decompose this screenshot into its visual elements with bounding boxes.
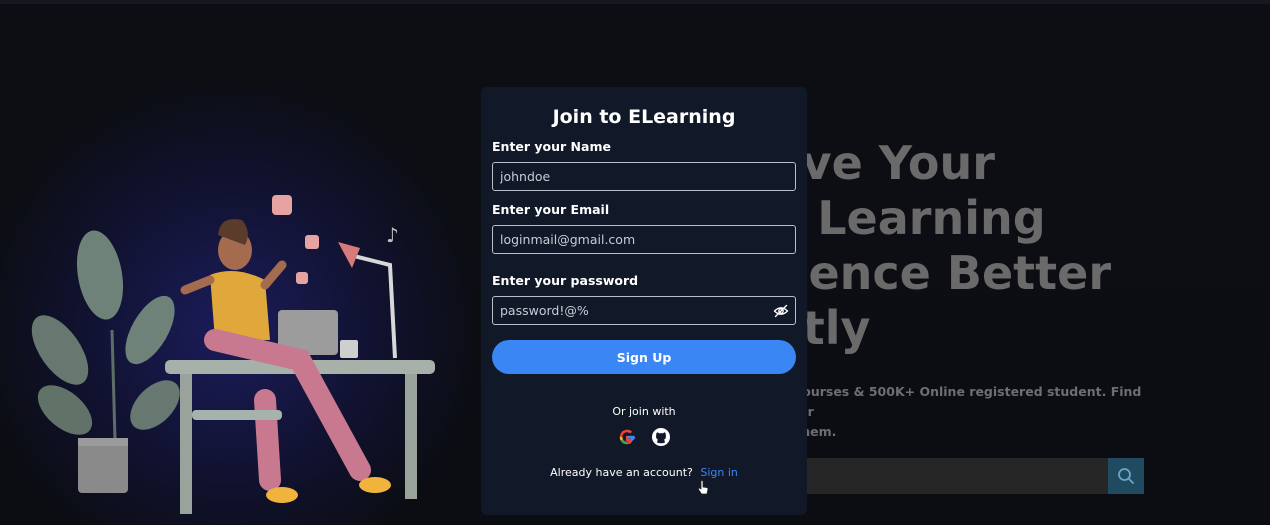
email-label: Enter your Email [492, 202, 610, 217]
desk-illustration [165, 360, 435, 514]
eye-off-icon [773, 304, 789, 318]
floating-heart-illustration [305, 235, 319, 249]
chair-illustration [192, 410, 282, 420]
google-icon [619, 429, 636, 445]
hero-heading: ove Your e Learning rience Better ntly [770, 136, 1250, 356]
name-label: Enter your Name [492, 139, 611, 154]
search-icon [1118, 468, 1134, 484]
signin-link[interactable]: Sign in [700, 466, 738, 479]
github-login-button[interactable] [651, 427, 671, 447]
hero-heading-line: e Learning [770, 191, 1046, 245]
mug-illustration [340, 340, 358, 358]
hero-subtext-line: e courses & 500K+ Online registered stud… [782, 384, 1142, 419]
hero-heading-line: ove Your [770, 136, 995, 190]
github-icon [652, 428, 670, 446]
modal-title: Join to ELearning [552, 106, 736, 128]
signup-button[interactable]: Sign Up [492, 340, 796, 374]
signup-modal: Join to ELearning Enter your Name Enter … [481, 87, 807, 515]
top-edge-bar [0, 0, 1270, 4]
google-login-button[interactable] [617, 427, 637, 447]
name-input[interactable] [493, 163, 795, 190]
plant-illustration [31, 230, 180, 493]
floating-heart-illustration [272, 195, 292, 215]
hero-heading-line: ntly [770, 301, 871, 355]
hero-subtext: e courses & 500K+ Online registered stud… [782, 382, 1162, 442]
password-visibility-toggle[interactable] [773, 303, 789, 319]
name-field-box [492, 162, 796, 191]
email-field-box [492, 225, 796, 254]
music-note-illustration: ♪ [386, 223, 399, 247]
study-illustration: ♪ [31, 195, 435, 514]
password-field-box [492, 296, 796, 325]
floating-heart-illustration [296, 272, 308, 284]
account-prompt-text: Already have an account? [550, 466, 693, 479]
hero-heading-line: rience Better [770, 246, 1112, 300]
hero-search-button[interactable] [1108, 458, 1144, 494]
account-prompt-row: Already have an account? Sign in [492, 466, 796, 479]
or-join-text: Or join with [612, 405, 676, 418]
hero-search-bar[interactable] [770, 458, 1144, 494]
password-input[interactable] [493, 297, 795, 324]
email-input[interactable] [493, 226, 795, 253]
password-label: Enter your password [492, 273, 639, 288]
hand-cursor-icon [697, 480, 709, 495]
social-login-row [492, 427, 796, 447]
